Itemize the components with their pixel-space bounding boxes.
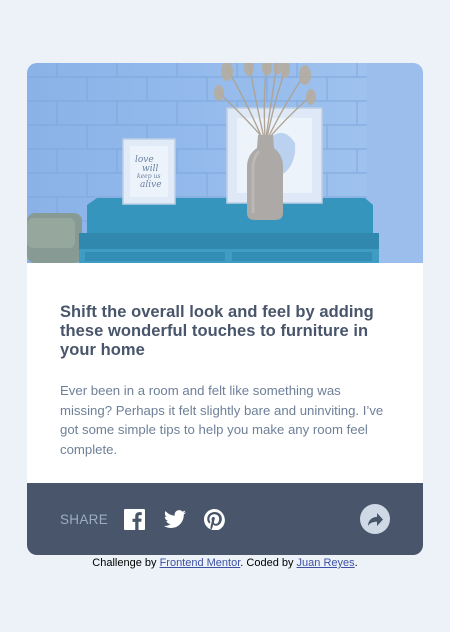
attribution-suffix: . [354,557,358,569]
twitter-icon[interactable] [164,510,186,529]
frontend-mentor-link[interactable]: Frontend Mentor [160,557,241,569]
share-arrow-icon [367,512,383,526]
article-card: love will keep us alive Shift the overal… [27,63,423,555]
facebook-icon[interactable] [124,509,145,530]
attribution: Challenge by Frontend Mentor. Coded by J… [0,557,450,569]
pinterest-icon[interactable] [204,509,225,530]
attribution-prefix: Challenge by [92,557,157,569]
article-title: Shift the overall look and feel by addin… [60,303,374,359]
share-label: SHARE [60,512,109,527]
share-button[interactable] [360,504,390,534]
article-image: love will keep us alive [27,63,423,263]
author-link[interactable]: Juan Reyes [297,557,355,569]
share-bar: SHARE [27,483,423,555]
attribution-middle: . Coded by [240,557,294,569]
article-description: Ever been in a room and felt like someth… [60,383,384,457]
article-content: Shift the overall look and feel by addin… [60,303,390,459]
